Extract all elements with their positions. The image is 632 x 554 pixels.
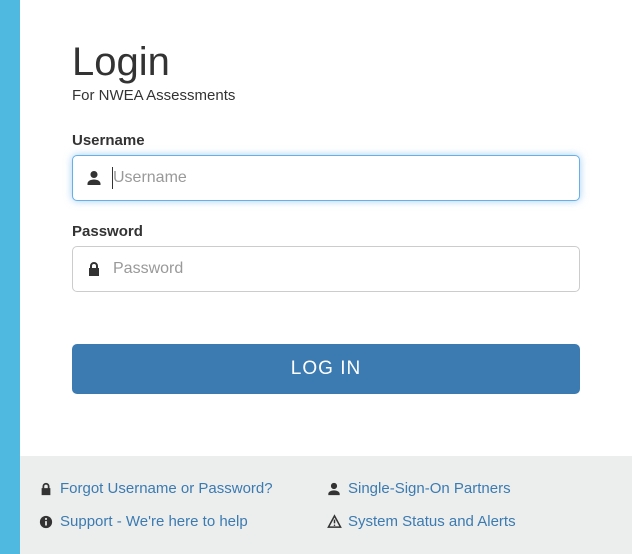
username-input[interactable] — [72, 155, 580, 201]
support-link[interactable]: Support - We're here to help — [38, 513, 326, 530]
text-cursor — [112, 167, 113, 189]
user-icon — [86, 170, 102, 186]
warning-icon — [326, 514, 342, 530]
username-label: Username — [72, 132, 580, 149]
system-status-text: System Status and Alerts — [348, 513, 516, 530]
password-label: Password — [72, 223, 580, 240]
page-title: Login — [72, 40, 580, 85]
lock-icon — [38, 481, 54, 497]
info-icon — [38, 514, 54, 530]
footer-links: Forgot Username or Password? Single-Sign… — [20, 456, 632, 554]
sso-partners-link[interactable]: Single-Sign-On Partners — [326, 480, 614, 497]
password-input-wrapper — [72, 246, 580, 292]
login-card: Login For NWEA Assessments Username Pass… — [20, 0, 632, 554]
page-subtitle: For NWEA Assessments — [72, 87, 580, 104]
support-text: Support - We're here to help — [60, 513, 248, 530]
password-group: Password — [72, 223, 580, 292]
sso-partners-text: Single-Sign-On Partners — [348, 480, 511, 497]
lock-icon — [86, 261, 102, 277]
login-button[interactable]: LOG IN — [72, 344, 580, 394]
username-group: Username — [72, 132, 580, 201]
forgot-password-text: Forgot Username or Password? — [60, 480, 273, 497]
user-icon — [326, 481, 342, 497]
username-input-wrapper — [72, 155, 580, 201]
password-input[interactable] — [72, 246, 580, 292]
system-status-link[interactable]: System Status and Alerts — [326, 513, 614, 530]
main-content: Login For NWEA Assessments Username Pass… — [20, 0, 632, 394]
forgot-password-link[interactable]: Forgot Username or Password? — [38, 480, 326, 497]
